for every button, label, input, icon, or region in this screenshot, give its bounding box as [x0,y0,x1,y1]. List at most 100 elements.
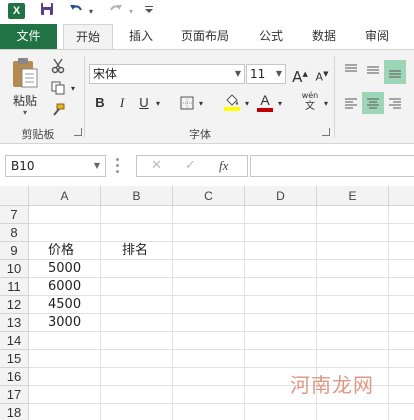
cell[interactable] [173,314,245,332]
column-header-d[interactable]: D [245,186,317,206]
row-header[interactable]: 13 [0,314,29,332]
cell[interactable] [317,404,389,420]
borders-icon[interactable] [177,93,197,113]
cell[interactable] [101,386,173,404]
cell[interactable]: 3000 [29,314,101,332]
underline-button[interactable]: U [134,93,154,113]
cell[interactable] [317,242,389,260]
column-header-c[interactable]: C [173,186,245,206]
copy-icon[interactable] [48,78,68,98]
cell[interactable] [101,296,173,314]
cell[interactable]: 价格 [29,242,101,260]
row-header[interactable]: 9 [0,242,29,260]
row-header[interactable]: 17 [0,386,29,404]
cancel-icon[interactable]: ✕ [151,156,162,176]
bold-button[interactable]: B [90,93,110,113]
tab-page-layout[interactable]: 页面布局 [172,24,238,49]
tab-file[interactable]: 文件 [0,24,57,49]
row-header[interactable]: 7 [0,206,29,224]
redo-icon[interactable] [106,2,126,22]
font-size-combo[interactable]: 11 ▼ [246,64,286,84]
cell[interactable] [245,224,317,242]
cell[interactable] [317,350,389,368]
cell[interactable] [245,314,317,332]
cell[interactable] [29,404,101,420]
cell[interactable] [245,332,317,350]
cell[interactable] [317,332,389,350]
cell[interactable] [317,296,389,314]
cell[interactable] [245,242,317,260]
cell[interactable] [29,350,101,368]
column-header-b[interactable]: B [101,186,173,206]
row-header[interactable]: 15 [0,350,29,368]
fill-color-icon[interactable] [221,91,243,113]
clipboard-launcher-icon[interactable] [74,128,82,136]
font-launcher-icon[interactable] [322,128,330,136]
cell[interactable] [245,350,317,368]
save-icon[interactable] [38,2,56,22]
cell[interactable]: 6000 [29,278,101,296]
column-header-partial[interactable] [389,186,414,206]
shrink-font-button[interactable]: A▼ [312,64,332,84]
cell[interactable] [245,296,317,314]
cell[interactable] [29,368,101,386]
cell[interactable] [173,242,245,260]
cell[interactable] [101,314,173,332]
align-center-icon[interactable] [362,92,384,114]
resize-handle-icon[interactable] [116,158,119,174]
fill-color-dropdown-icon[interactable]: ▾ [243,93,251,113]
tab-review[interactable]: 审阅 [354,24,400,49]
cell[interactable] [173,368,245,386]
cell[interactable] [389,206,414,224]
align-bottom-icon[interactable] [384,60,406,84]
cell[interactable] [317,224,389,242]
cell[interactable] [389,224,414,242]
name-box-dropdown-icon[interactable]: ▼ [94,156,100,176]
cell[interactable] [29,206,101,224]
cell[interactable] [101,368,173,386]
cell[interactable] [389,242,414,260]
cell[interactable] [317,314,389,332]
font-color-icon[interactable]: A [254,91,276,113]
font-name-dropdown-icon[interactable]: ▼ [235,65,241,83]
cell[interactable] [173,332,245,350]
cell[interactable] [389,386,414,404]
cell[interactable] [101,332,173,350]
cell[interactable] [173,296,245,314]
cell[interactable] [317,278,389,296]
row-header[interactable]: 11 [0,278,29,296]
cell[interactable] [317,206,389,224]
cell[interactable] [173,224,245,242]
font-color-dropdown-icon[interactable]: ▾ [276,93,284,113]
row-header[interactable]: 14 [0,332,29,350]
cell[interactable] [389,332,414,350]
cell[interactable] [101,260,173,278]
cell[interactable]: 排名 [101,242,173,260]
row-header[interactable]: 16 [0,368,29,386]
undo-dropdown-icon[interactable]: ▾ [87,2,95,22]
name-box[interactable]: B10 ▼ [5,155,106,177]
cell[interactable] [389,314,414,332]
tab-home[interactable]: 开始 [63,24,113,50]
cell[interactable] [389,404,414,420]
insert-function-button[interactable]: fx [219,156,228,176]
cell[interactable] [29,386,101,404]
tab-formulas[interactable]: 公式 [248,24,294,49]
row-header[interactable]: 10 [0,260,29,278]
cell[interactable] [173,404,245,420]
row-header[interactable]: 12 [0,296,29,314]
cell[interactable] [245,260,317,278]
cell[interactable]: 4500 [29,296,101,314]
cell[interactable] [389,278,414,296]
enter-icon[interactable]: ✓ [185,156,196,176]
cell[interactable] [389,350,414,368]
copy-dropdown-icon[interactable]: ▾ [69,78,77,98]
cell[interactable] [101,278,173,296]
row-header[interactable]: 8 [0,224,29,242]
cell[interactable] [101,206,173,224]
undo-icon[interactable] [66,2,86,22]
row-header[interactable]: 18 [0,404,29,420]
tab-data[interactable]: 数据 [301,24,347,49]
font-name-combo[interactable]: 宋体 ▼ [89,64,245,84]
underline-dropdown-icon[interactable]: ▾ [154,93,162,113]
